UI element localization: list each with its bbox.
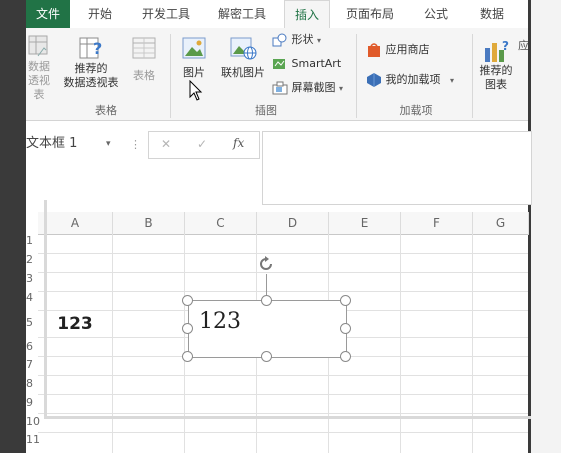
resize-handle-top[interactable] <box>261 295 272 306</box>
row-header-11[interactable]: 11 <box>26 433 40 446</box>
window-left-edge <box>0 0 26 453</box>
tab-decrypt-tools[interactable]: 解密工具 <box>210 0 274 28</box>
tables-group-label: 表格 <box>95 104 117 117</box>
tab-developer[interactable]: 开发工具 <box>134 0 198 28</box>
addins-group-label: 加载项 <box>399 104 433 117</box>
resize-handle-bottom[interactable] <box>261 351 272 362</box>
formula-actions-box: ✕ ✓ fx <box>148 131 260 159</box>
pivot-table-label-2: 透视表 <box>28 74 50 101</box>
screenshot-label: 屏幕截图 <box>291 81 336 94</box>
shapes-icon <box>272 33 288 47</box>
table-label: 表格 <box>133 69 155 82</box>
my-addins-button[interactable]: 我的加载项 ▾ <box>366 72 454 89</box>
chevron-down-icon: ▾ <box>339 84 344 93</box>
recommended-charts-icon: ? <box>482 38 510 64</box>
resize-handle-top-right[interactable] <box>340 295 351 306</box>
resize-handle-top-left[interactable] <box>182 295 193 306</box>
formula-bar-dots: ⋮ <box>130 138 141 151</box>
recommended-pivot-button[interactable]: ? 推荐的 数据透视表 <box>58 34 124 90</box>
enter-icon[interactable]: ✓ <box>197 137 207 151</box>
smartart-icon <box>272 57 288 71</box>
chart-addin-partial-label: 应用 <box>518 39 528 52</box>
row-header-5[interactable]: 5 <box>26 316 38 329</box>
pivot-table-icon <box>28 34 52 60</box>
smartart-label: SmartArt <box>291 57 342 70</box>
group-separator <box>472 34 473 118</box>
row-header-8[interactable]: 8 <box>26 377 38 390</box>
illustrations-group-label: 插图 <box>255 104 277 117</box>
recommended-charts-label-2: 图表 <box>485 78 507 91</box>
resize-handle-bottom-left[interactable] <box>182 351 193 362</box>
chart-addin-partial[interactable]: 应用 <box>518 38 528 54</box>
formula-input[interactable] <box>262 131 532 205</box>
pivot-table-button[interactable]: 数据 透视表 <box>26 34 52 102</box>
rotate-handle-icon[interactable] <box>256 254 276 274</box>
tab-data[interactable]: 数据 <box>470 0 514 28</box>
recommended-charts-button[interactable]: ? 推荐的 图表 <box>476 38 516 92</box>
group-separator <box>170 34 171 118</box>
resize-handle-bottom-right[interactable] <box>340 351 351 362</box>
table-button[interactable]: 表格 <box>126 34 162 83</box>
svg-text:?: ? <box>93 39 102 58</box>
tab-insert[interactable]: 插入 <box>284 0 330 30</box>
store-button[interactable]: 应用商店 <box>366 42 430 58</box>
recommended-pivot-label-2: 数据透视表 <box>63 76 119 89</box>
store-label: 应用商店 <box>385 43 430 56</box>
screenshot-button[interactable]: 屏幕截图 ▾ <box>272 80 343 97</box>
formula-bar-area: 文本框 1 ▾ ⋮ ✕ ✓ fx <box>26 121 532 205</box>
name-box-value: 文本框 1 <box>26 136 78 151</box>
name-box[interactable]: 文本框 1 ▾ <box>26 131 118 157</box>
chevron-down-icon: ▾ <box>317 36 322 45</box>
row-header-9[interactable]: 9 <box>26 396 38 409</box>
row-header-3[interactable]: 3 <box>26 272 38 285</box>
row-header-2[interactable]: 2 <box>26 253 38 266</box>
chevron-down-icon: ▾ <box>450 76 455 85</box>
screenshot-icon <box>272 81 288 95</box>
online-picture-icon <box>228 34 258 62</box>
cell-a5[interactable]: 123 <box>38 311 112 337</box>
tab-home[interactable]: 开始 <box>76 0 124 28</box>
text-box-content[interactable]: 123 <box>199 309 241 334</box>
tab-formulas[interactable]: 公式 <box>414 0 458 28</box>
ribbon-insert: 数据 透视表 ? 推荐的 数据透视表 表格 表格 图片 联机图片 形状 ▾ Sm… <box>26 28 528 121</box>
row-header-6[interactable]: 6 <box>26 340 38 353</box>
table-icon <box>131 34 157 62</box>
pivot-table-label-1: 数据 <box>28 60 50 73</box>
ribbon-tab-bar: 文件 开始 开发工具 解密工具 插入 页面布局 公式 数据 <box>26 0 528 30</box>
resize-handle-right[interactable] <box>340 323 351 334</box>
group-separator <box>356 34 357 118</box>
resize-handle-left[interactable] <box>182 323 193 334</box>
recommended-charts-label-1: 推荐的 <box>479 64 513 77</box>
shapes-button[interactable]: 形状 ▾ <box>272 32 321 49</box>
picture-icon <box>180 34 208 62</box>
picture-label: 图片 <box>183 66 205 79</box>
my-addins-icon <box>366 72 382 88</box>
svg-text:?: ? <box>502 39 509 53</box>
smartart-button[interactable]: SmartArt <box>272 56 341 72</box>
text-box[interactable]: 123 <box>188 300 347 358</box>
row-header-4[interactable]: 4 <box>26 291 38 304</box>
online-picture-label: 联机图片 <box>221 66 265 79</box>
tab-page-layout[interactable]: 页面布局 <box>338 0 402 28</box>
recommended-pivot-icon: ? <box>78 34 104 62</box>
recommended-pivot-label-1: 推荐的 <box>74 62 108 75</box>
row-header-10[interactable]: 10 <box>26 415 40 428</box>
my-addins-label: 我的加载项 <box>385 73 441 86</box>
chevron-down-icon: ▾ <box>106 139 111 149</box>
mouse-pointer-icon <box>189 80 203 102</box>
shapes-label: 形状 <box>291 33 314 46</box>
store-icon <box>366 42 382 58</box>
insert-function-icon[interactable]: fx <box>233 136 244 150</box>
window-right-panel <box>528 0 561 453</box>
cancel-icon[interactable]: ✕ <box>161 137 171 151</box>
tab-file[interactable]: 文件 <box>26 0 70 28</box>
row-header-7[interactable]: 7 <box>26 358 38 371</box>
picture-button[interactable]: 图片 <box>176 34 212 80</box>
rotate-handle-stem <box>266 274 267 296</box>
online-picture-button[interactable]: 联机图片 <box>218 34 268 80</box>
row-header-1[interactable]: 1 <box>26 234 38 247</box>
